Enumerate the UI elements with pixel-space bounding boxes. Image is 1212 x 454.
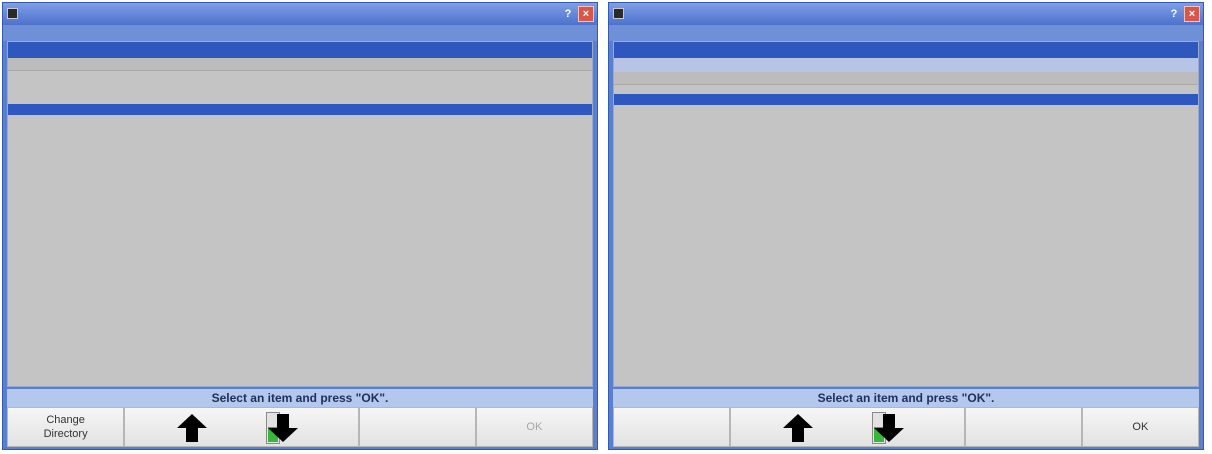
navigation-controls [730,407,965,447]
close-icon[interactable]: × [1184,6,1200,22]
empty-button [613,407,731,447]
panel-header [8,42,592,58]
panel-header [614,42,1198,58]
title-bar[interactable]: ? × [609,3,1203,25]
file-dialog-right: ? × Select an item and press "OK". OK [608,2,1204,450]
list-item-selected[interactable] [8,104,592,115]
title-bar[interactable]: ? × [3,3,597,25]
down-arrow-icon[interactable] [873,414,904,442]
app-icon [613,8,624,19]
list-item-selected[interactable] [614,94,1198,105]
empty-button [358,407,476,447]
current-path [614,58,1198,72]
window-subtitle [3,25,597,41]
window-subtitle [609,25,1203,41]
list-item[interactable] [8,123,592,131]
help-icon[interactable]: ? [561,6,575,22]
ok-button[interactable]: OK [1081,407,1199,447]
list-item[interactable] [8,88,592,96]
close-icon[interactable]: × [578,6,594,22]
change-directory-button[interactable]: Change Directory [7,407,125,447]
change-directory-label: Change Directory [43,414,88,440]
ok-label: OK [1132,421,1149,433]
file-list-panel [7,41,593,387]
column-header [8,58,592,71]
button-bar: OK [613,407,1199,447]
list-item[interactable] [8,72,592,80]
file-list-panel [613,41,1199,387]
help-icon[interactable]: ? [1167,6,1181,22]
column-header [614,72,1198,85]
navigation-controls [124,407,359,447]
list-item[interactable] [8,115,592,123]
file-list[interactable] [614,86,1198,386]
ok-button[interactable]: OK [475,407,593,447]
empty-button [964,407,1082,447]
status-message: Select an item and press "OK". [7,389,593,407]
ok-label: OK [526,421,543,433]
app-icon [7,8,18,19]
up-arrow-icon[interactable] [177,414,208,442]
list-item[interactable] [614,86,1198,94]
down-arrow-icon[interactable] [267,414,298,442]
file-list[interactable] [8,72,592,386]
button-bar: Change Directory OK [7,407,593,447]
list-item[interactable] [614,105,1198,113]
status-message: Select an item and press "OK". [613,389,1199,407]
list-item[interactable] [8,80,592,88]
up-arrow-icon[interactable] [783,414,814,442]
file-dialog-left: ? × Select an item and press "OK". Chang… [2,2,598,450]
list-item[interactable] [8,96,592,104]
